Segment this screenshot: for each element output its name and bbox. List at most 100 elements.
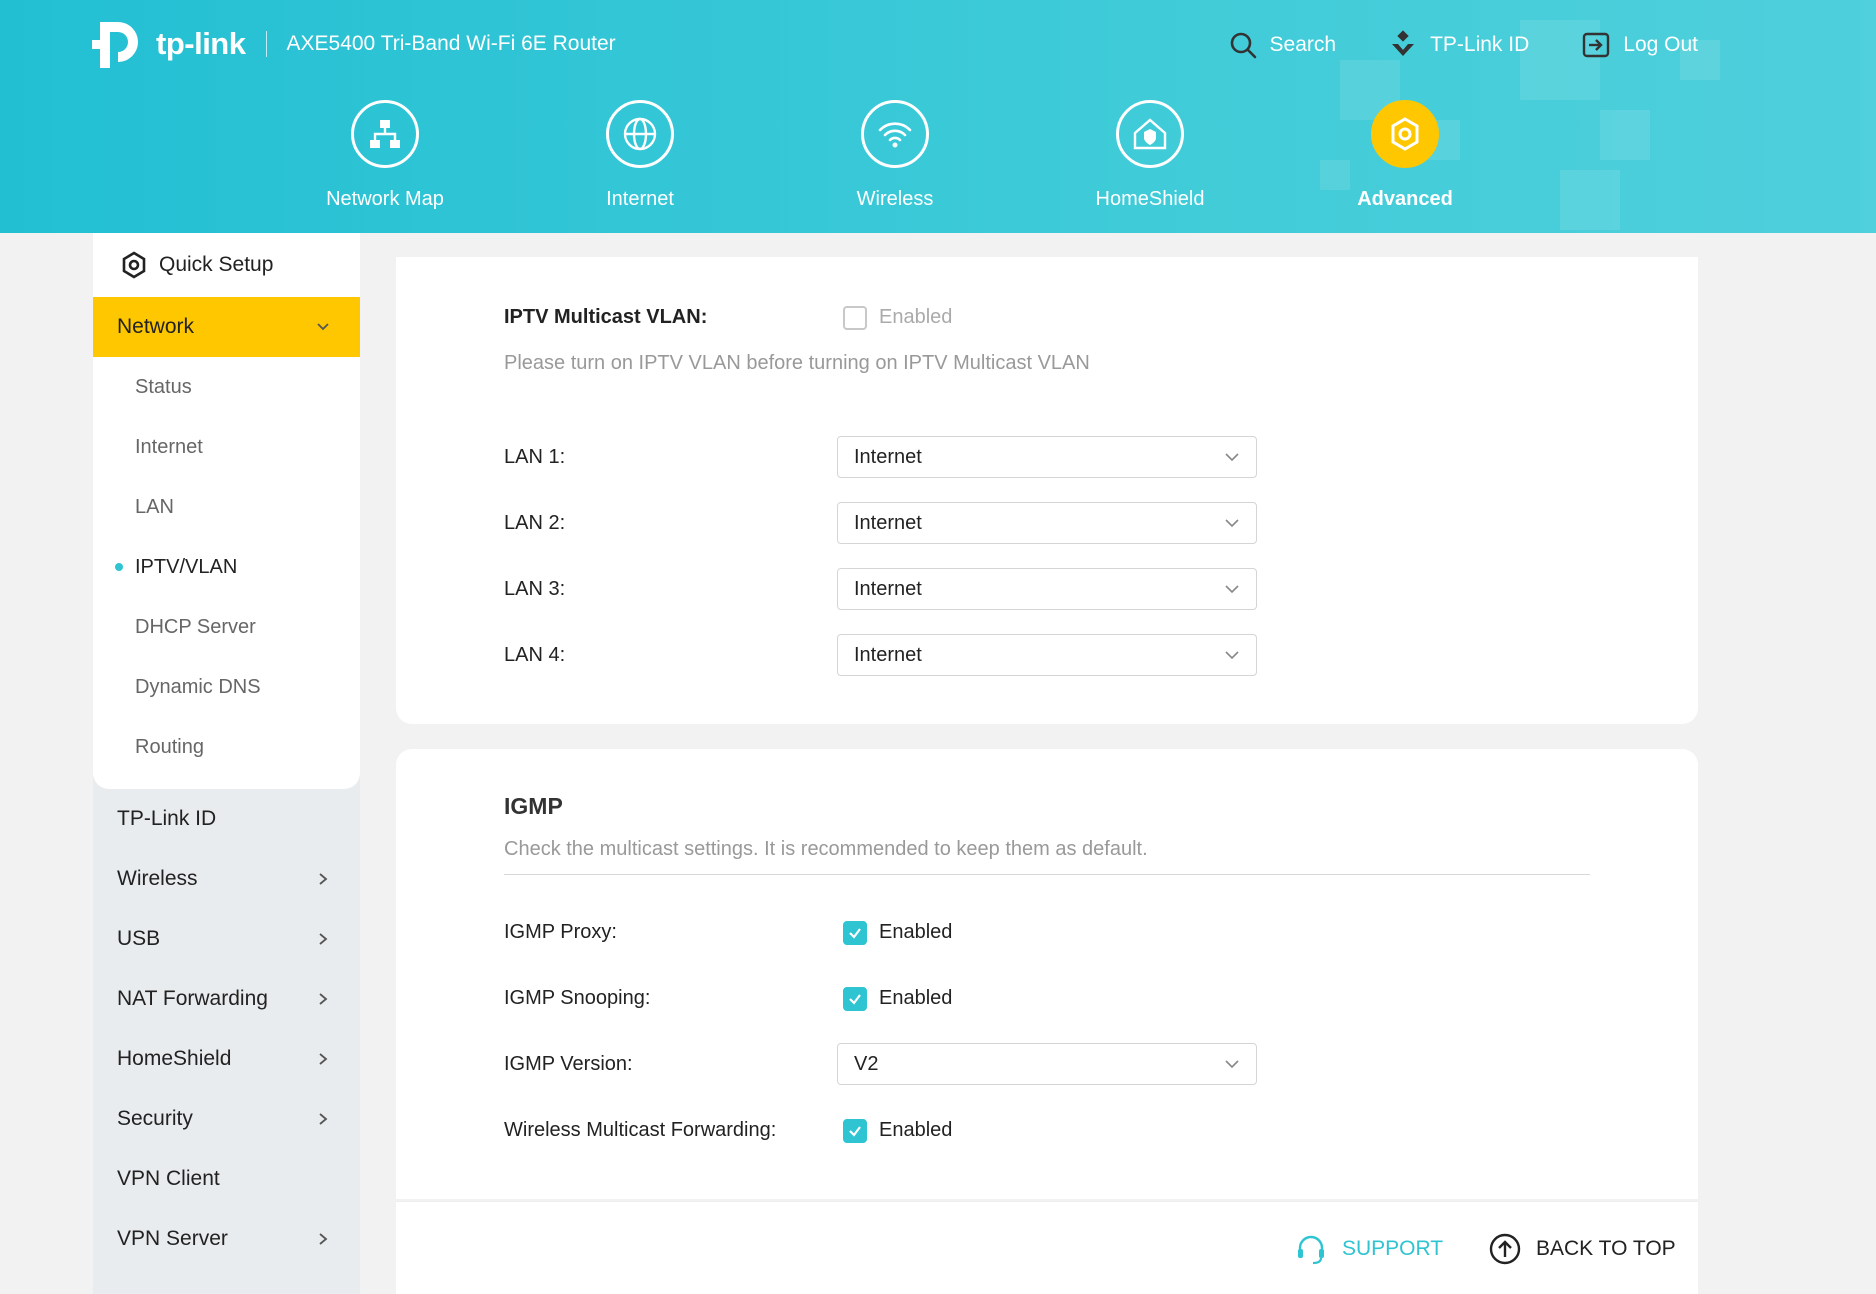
sidebar-item-internet[interactable]: Internet bbox=[93, 417, 360, 477]
sidebar-item-security[interactable]: Security bbox=[93, 1089, 360, 1149]
nav-wireless[interactable]: Wireless bbox=[795, 100, 995, 211]
tplink-id-icon bbox=[1392, 30, 1415, 56]
lan1-value: Internet bbox=[854, 445, 922, 468]
chevron-down-icon bbox=[1225, 519, 1239, 528]
globe-icon bbox=[623, 117, 657, 151]
sidebar-item-routing[interactable]: Routing bbox=[93, 717, 360, 777]
sidebar: Quick Setup Network Status Internet LAN … bbox=[93, 233, 360, 1294]
chevron-right-icon bbox=[319, 993, 328, 1005]
nav-homeshield[interactable]: HomeShield bbox=[1050, 100, 1250, 211]
iptv-multicast-vlan-checkbox[interactable] bbox=[843, 306, 867, 330]
iptv-multicast-vlan-text: Enabled bbox=[879, 306, 953, 328]
wireless-multicast-label: Wireless Multicast Forwarding: bbox=[504, 1119, 777, 1141]
logout-label: Log Out bbox=[1623, 33, 1698, 56]
sidebar-item-label: HomeShield bbox=[117, 1047, 232, 1070]
lan4-select[interactable]: Internet bbox=[837, 634, 1257, 676]
sidebar-item-usb[interactable]: USB bbox=[93, 909, 360, 969]
checkmark-icon bbox=[849, 928, 861, 939]
lan4-label: LAN 4: bbox=[504, 644, 566, 666]
gear-icon bbox=[1391, 117, 1419, 151]
support-label: SUPPORT bbox=[1342, 1237, 1444, 1260]
wifi-icon bbox=[878, 122, 912, 148]
active-dot bbox=[115, 563, 123, 571]
checkmark-icon bbox=[849, 1126, 861, 1137]
nav-wireless-label: Wireless bbox=[856, 188, 934, 210]
igmp-version-select[interactable]: V2 bbox=[837, 1043, 1257, 1085]
sidebar-item-label: NAT Forwarding bbox=[117, 987, 268, 1010]
chevron-right-icon bbox=[319, 933, 328, 945]
sidebar-item-vpn-server[interactable]: VPN Server bbox=[93, 1209, 360, 1269]
lan1-select[interactable]: Internet bbox=[837, 436, 1257, 478]
lan3-value: Internet bbox=[854, 577, 922, 600]
arrow-up-circle-icon bbox=[1489, 1233, 1521, 1265]
logout-button[interactable]: Log Out bbox=[1581, 30, 1698, 60]
tplink-logo-icon bbox=[92, 18, 150, 70]
search-label: Search bbox=[1269, 33, 1337, 56]
igmp-snooping-text: Enabled bbox=[879, 987, 953, 1009]
sidebar-sub-label: LAN bbox=[135, 495, 174, 518]
igmp-title: IGMP bbox=[504, 793, 563, 819]
network-map-icon bbox=[370, 120, 400, 148]
igmp-proxy-checkbox[interactable] bbox=[843, 921, 867, 945]
sidebar-item-label: Wireless bbox=[117, 867, 198, 890]
back-to-top-link[interactable]: BACK TO TOP bbox=[1488, 1232, 1676, 1266]
chevron-down-icon bbox=[1225, 1060, 1239, 1069]
logo-divider bbox=[265, 31, 267, 57]
lan3-select[interactable]: Internet bbox=[837, 568, 1257, 610]
quick-setup-label: Quick Setup bbox=[159, 253, 274, 276]
nav-internet-label: Internet bbox=[606, 188, 674, 210]
sidebar-item-tplink-id[interactable]: TP-Link ID bbox=[93, 789, 360, 849]
sidebar-item-dynamic-dns[interactable]: Dynamic DNS bbox=[93, 657, 360, 717]
search-icon bbox=[1230, 32, 1256, 59]
sidebar-sub-label: Status bbox=[135, 375, 192, 398]
lan2-select[interactable]: Internet bbox=[837, 502, 1257, 544]
lan2-label: LAN 2: bbox=[504, 512, 566, 534]
sidebar-sub-label: Routing bbox=[135, 735, 204, 758]
igmp-snooping-checkbox[interactable] bbox=[843, 987, 867, 1011]
sidebar-item-label: VPN Client bbox=[117, 1167, 220, 1190]
wireless-multicast-text: Enabled bbox=[879, 1119, 953, 1141]
chevron-right-icon bbox=[319, 1053, 328, 1065]
header-actions: Search TP-Link ID Log Out bbox=[1228, 30, 1698, 60]
nav-homeshield-label: HomeShield bbox=[1095, 188, 1205, 210]
sidebar-item-label: USB bbox=[117, 927, 161, 950]
sidebar-item-wireless[interactable]: Wireless bbox=[93, 849, 360, 909]
sidebar-item-lan[interactable]: LAN bbox=[93, 477, 360, 537]
sidebar-sub-label: DHCP Server bbox=[135, 615, 256, 638]
tplink-logo[interactable]: tp-link AXE5400 Tri-Band Wi-Fi 6E Router bbox=[92, 18, 616, 70]
tplink-id-label: TP-Link ID bbox=[1430, 33, 1530, 56]
sidebar-item-nat-forwarding[interactable]: NAT Forwarding bbox=[93, 969, 360, 1029]
nav-advanced-label: Advanced bbox=[1357, 188, 1453, 210]
nav-internet[interactable]: Internet bbox=[540, 100, 740, 211]
sidebar-item-dhcp-server[interactable]: DHCP Server bbox=[93, 597, 360, 657]
wireless-multicast-checkbox[interactable] bbox=[843, 1119, 867, 1143]
sidebar-quick-setup[interactable]: Quick Setup bbox=[93, 233, 360, 297]
sidebar-sub-label: Dynamic DNS bbox=[135, 675, 261, 698]
nav-advanced[interactable]: Advanced bbox=[1305, 100, 1505, 211]
nav-network-map[interactable]: Network Map bbox=[285, 100, 485, 211]
iptv-multicast-vlan-label: IPTV Multicast VLAN: bbox=[504, 306, 708, 328]
tplink-id-button[interactable]: TP-Link ID bbox=[1388, 30, 1529, 60]
chevron-right-icon bbox=[319, 1233, 328, 1245]
back-to-top-label: BACK TO TOP bbox=[1536, 1237, 1676, 1260]
lan1-label: LAN 1: bbox=[504, 446, 566, 468]
igmp-divider bbox=[504, 874, 1590, 875]
quick-setup-icon bbox=[122, 251, 146, 279]
sidebar-item-homeshield[interactable]: HomeShield bbox=[93, 1029, 360, 1089]
sidebar-network-label: Network bbox=[117, 315, 195, 338]
support-link[interactable]: SUPPORT bbox=[1294, 1232, 1443, 1266]
sidebar-item-label: TP-Link ID bbox=[117, 807, 217, 830]
sidebar-item-vpn-client[interactable]: VPN Client bbox=[93, 1149, 360, 1209]
igmp-description: Check the multicast settings. It is reco… bbox=[504, 838, 1148, 860]
sidebar-item-iptv-vlan[interactable]: IPTV/VLAN bbox=[93, 537, 360, 597]
router-model: AXE5400 Tri-Band Wi-Fi 6E Router bbox=[286, 32, 616, 55]
iptv-vlan-card: IPTV Multicast VLAN: Enabled Please turn… bbox=[396, 257, 1698, 724]
main-nav: Network Map Internet Wireless HomeShield… bbox=[0, 100, 1876, 220]
nav-network-map-label: Network Map bbox=[326, 188, 444, 210]
sidebar-item-status[interactable]: Status bbox=[93, 357, 360, 417]
chevron-down-icon bbox=[1225, 453, 1239, 462]
sidebar-item-network[interactable]: Network bbox=[93, 297, 360, 357]
chevron-down-icon bbox=[1225, 585, 1239, 594]
search-button[interactable]: Search bbox=[1228, 30, 1337, 60]
sidebar-sub-label: Internet bbox=[135, 435, 203, 458]
